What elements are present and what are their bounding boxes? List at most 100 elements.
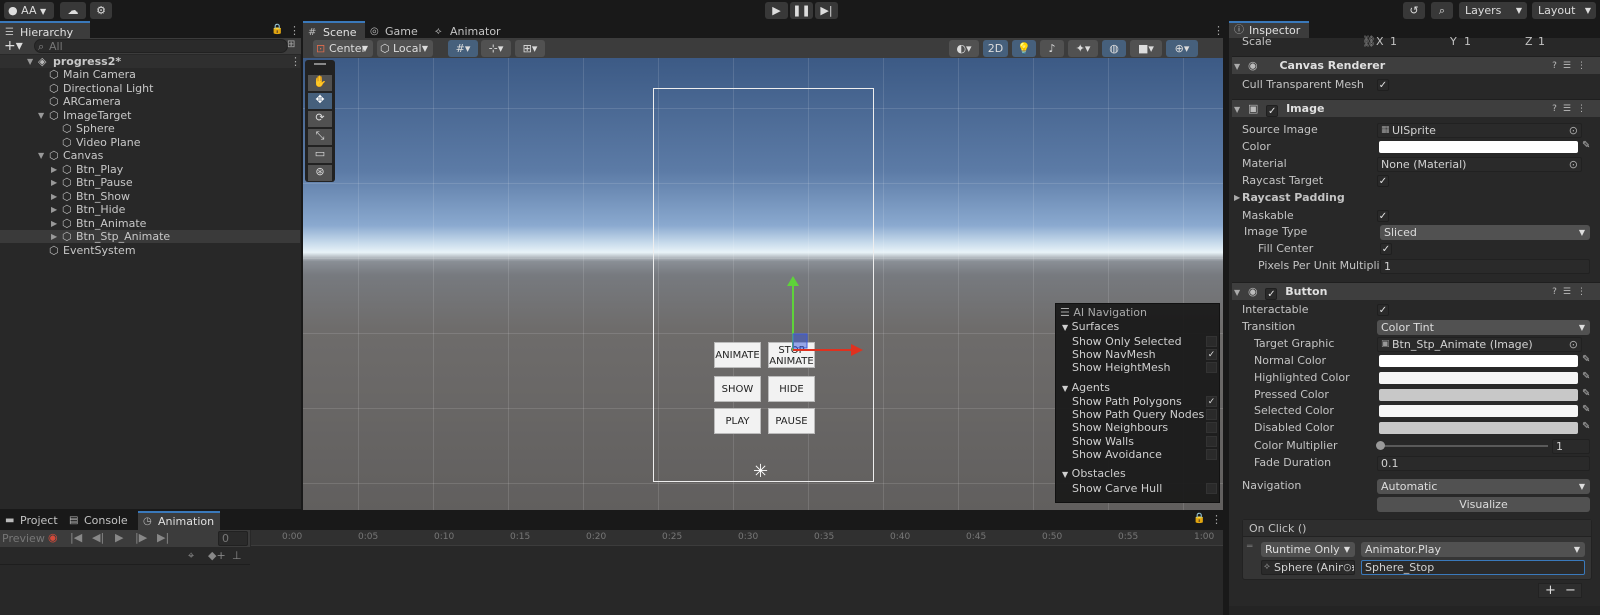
- move-gizmo[interactable]: [773, 276, 868, 356]
- anchor-icon[interactable]: ✳: [753, 461, 768, 482]
- fold-arrow-icon[interactable]: ▶: [51, 176, 57, 189]
- hierarchy-item[interactable]: ▶ ⬡ Btn_Play: [0, 163, 300, 176]
- tab-animation[interactable]: ◷ Animation: [138, 511, 220, 530]
- services-button[interactable]: ⚙: [90, 2, 112, 19]
- hierarchy-item[interactable]: ⬡ Main Camera: [0, 68, 300, 81]
- color-swatch[interactable]: [1379, 422, 1578, 435]
- function-dropdown[interactable]: Animator.Play ▼: [1361, 542, 1585, 557]
- hidden-objects-button[interactable]: ◍: [1102, 40, 1126, 57]
- source-image-field[interactable]: ▦ UISprite ⊙: [1377, 123, 1582, 138]
- fold-arrow-icon[interactable]: ▶: [51, 217, 57, 230]
- add-keyframe-icon[interactable]: ◆+: [208, 549, 226, 562]
- image-type-dropdown[interactable]: Sliced ▼: [1380, 225, 1590, 240]
- account-dropdown[interactable]: ● AA ▼: [4, 2, 54, 19]
- rotate-tool-icon[interactable]: ⟳: [308, 111, 332, 127]
- more-menu-icon[interactable]: ⋮: [290, 55, 301, 68]
- last-key-icon[interactable]: ▶|: [157, 531, 169, 544]
- scene-viewport[interactable]: ANIMATE STOP ANIMATE SHOW HIDE PLAY PAUSE…: [303, 58, 1223, 510]
- object-picker-icon[interactable]: ⊙: [1569, 124, 1578, 137]
- scene-root-row[interactable]: ▼ ◈ progress2* ⋮: [0, 55, 301, 68]
- argument-input[interactable]: Sphere_Stop: [1361, 560, 1585, 575]
- preview-toggle[interactable]: Preview: [2, 532, 45, 545]
- color-multiplier-field[interactable]: 1: [1552, 439, 1590, 454]
- obstacles-foldout[interactable]: ▼ Obstacles: [1062, 467, 1126, 480]
- effects-button[interactable]: ✦▾: [1068, 40, 1098, 57]
- lock-icon[interactable]: 🔒: [1193, 513, 1205, 524]
- fold-arrow-icon[interactable]: ▶: [51, 203, 57, 216]
- hierarchy-item[interactable]: ▼ ⬡ ImageTarget: [0, 109, 300, 122]
- ai-nav-checkbox[interactable]: [1206, 362, 1217, 374]
- scale-z-field[interactable]: 1: [1538, 34, 1545, 50]
- eyedropper-icon[interactable]: ✎: [1582, 404, 1590, 415]
- tab-console[interactable]: ▤ Console: [64, 511, 138, 530]
- hierarchy-item[interactable]: ⬡ Sphere: [0, 122, 300, 135]
- component-menu-icons[interactable]: ?☰⋮: [1552, 57, 1592, 75]
- record-icon[interactable]: ◉: [48, 531, 58, 544]
- scale-x-field[interactable]: 1: [1390, 34, 1397, 50]
- button-enabled-checkbox[interactable]: ✓: [1265, 288, 1278, 300]
- play-ui-button[interactable]: PLAY: [714, 408, 761, 434]
- drag-handle-icon[interactable]: ☰: [1060, 306, 1070, 319]
- pause-ui-button[interactable]: PAUSE: [768, 408, 815, 434]
- grid-snap-button[interactable]: #▾: [448, 40, 478, 57]
- fold-arrow-icon[interactable]: ▼: [38, 149, 44, 162]
- mode-2d-button[interactable]: 2D: [983, 40, 1008, 57]
- slider-thumb[interactable]: [1376, 441, 1385, 450]
- hide-button[interactable]: HIDE: [768, 376, 815, 402]
- component-menu-icons[interactable]: ?☰⋮: [1552, 100, 1592, 118]
- fold-arrow-icon[interactable]: ▼: [38, 109, 44, 122]
- component-menu-icons[interactable]: ?☰⋮: [1552, 283, 1592, 301]
- step-button[interactable]: ▶|: [815, 2, 838, 19]
- more-menu-icon[interactable]: ⋮: [289, 24, 300, 37]
- remove-listener-button[interactable]: −: [1565, 583, 1576, 598]
- material-field[interactable]: None (Material) ⊙: [1377, 157, 1582, 172]
- color-swatch[interactable]: [1379, 405, 1578, 418]
- play-button[interactable]: ▶: [765, 2, 788, 19]
- hierarchy-item[interactable]: ⬡ EventSystem: [0, 244, 300, 257]
- hierarchy-item[interactable]: ⬡ Video Plane: [0, 136, 300, 149]
- hierarchy-item[interactable]: ▶ ⬡ Btn_Pause: [0, 176, 300, 189]
- fold-arrow-icon[interactable]: ▶: [51, 190, 57, 203]
- drag-handle-icon[interactable]: ═: [1247, 542, 1252, 552]
- animate-button[interactable]: ANIMATE: [714, 342, 761, 368]
- frame-input[interactable]: 0: [218, 531, 248, 546]
- add-listener-button[interactable]: +: [1545, 583, 1556, 598]
- ai-nav-checkbox[interactable]: [1206, 336, 1217, 347]
- fold-arrow-icon[interactable]: ▼: [27, 55, 33, 68]
- maskable-checkbox[interactable]: ✓: [1377, 210, 1389, 222]
- ruler-button[interactable]: ⊞▾: [515, 40, 545, 57]
- prev-key-icon[interactable]: ◀|: [92, 531, 104, 544]
- target-object-field[interactable]: ⟡ Sphere (Anima ⊙: [1261, 560, 1355, 575]
- hierarchy-item[interactable]: ▶ ⬡ Btn_Stp_Animate: [0, 230, 300, 243]
- timeline-ruler[interactable]: [251, 530, 1223, 546]
- fold-arrow-icon[interactable]: ▶: [51, 230, 57, 243]
- ai-nav-checkbox[interactable]: [1206, 448, 1217, 460]
- rect-tool-icon[interactable]: ▭: [308, 147, 332, 163]
- hand-tool-icon[interactable]: ✋: [308, 75, 332, 91]
- transition-dropdown[interactable]: Color Tint ▼: [1377, 320, 1590, 335]
- lock-icon[interactable]: 🔒: [271, 24, 283, 35]
- ai-nav-checkbox[interactable]: [1206, 483, 1217, 494]
- object-picker-icon[interactable]: ⊙: [1569, 158, 1578, 171]
- cull-checkbox[interactable]: ✓: [1377, 79, 1389, 91]
- image-header[interactable]: ▼ ▣ ✓ Image ?☰⋮: [1232, 99, 1600, 117]
- pause-button[interactable]: ❚❚: [790, 2, 813, 19]
- eyedropper-icon[interactable]: ✎: [1582, 354, 1590, 365]
- ppu-field[interactable]: 1: [1380, 259, 1590, 274]
- gizmos-button[interactable]: ⊕▾: [1166, 40, 1198, 57]
- draw-mode-button[interactable]: ◐▾: [949, 40, 979, 57]
- image-enabled-checkbox[interactable]: ✓: [1266, 105, 1279, 117]
- fade-duration-field[interactable]: 0.1: [1377, 456, 1590, 471]
- hierarchy-item[interactable]: ⬡ ARCamera: [0, 95, 300, 108]
- pivot-dropdown[interactable]: ⊡ Center ▼: [313, 40, 373, 57]
- eyedropper-icon[interactable]: ✎: [1582, 388, 1590, 399]
- object-picker-icon[interactable]: ⊙: [1342, 561, 1352, 574]
- hierarchy-item[interactable]: ▶ ⬡ Btn_Hide: [0, 203, 300, 216]
- ai-nav-checkbox[interactable]: ✓: [1206, 396, 1217, 407]
- first-key-icon[interactable]: |◀: [70, 531, 82, 544]
- next-key-icon[interactable]: |▶: [135, 531, 147, 544]
- link-icon[interactable]: ⛓: [1362, 34, 1376, 50]
- add-icon[interactable]: +▾: [4, 38, 23, 54]
- more-menu-icon[interactable]: ⋮: [1211, 513, 1222, 526]
- scale-tool-icon[interactable]: ⤡: [308, 129, 332, 145]
